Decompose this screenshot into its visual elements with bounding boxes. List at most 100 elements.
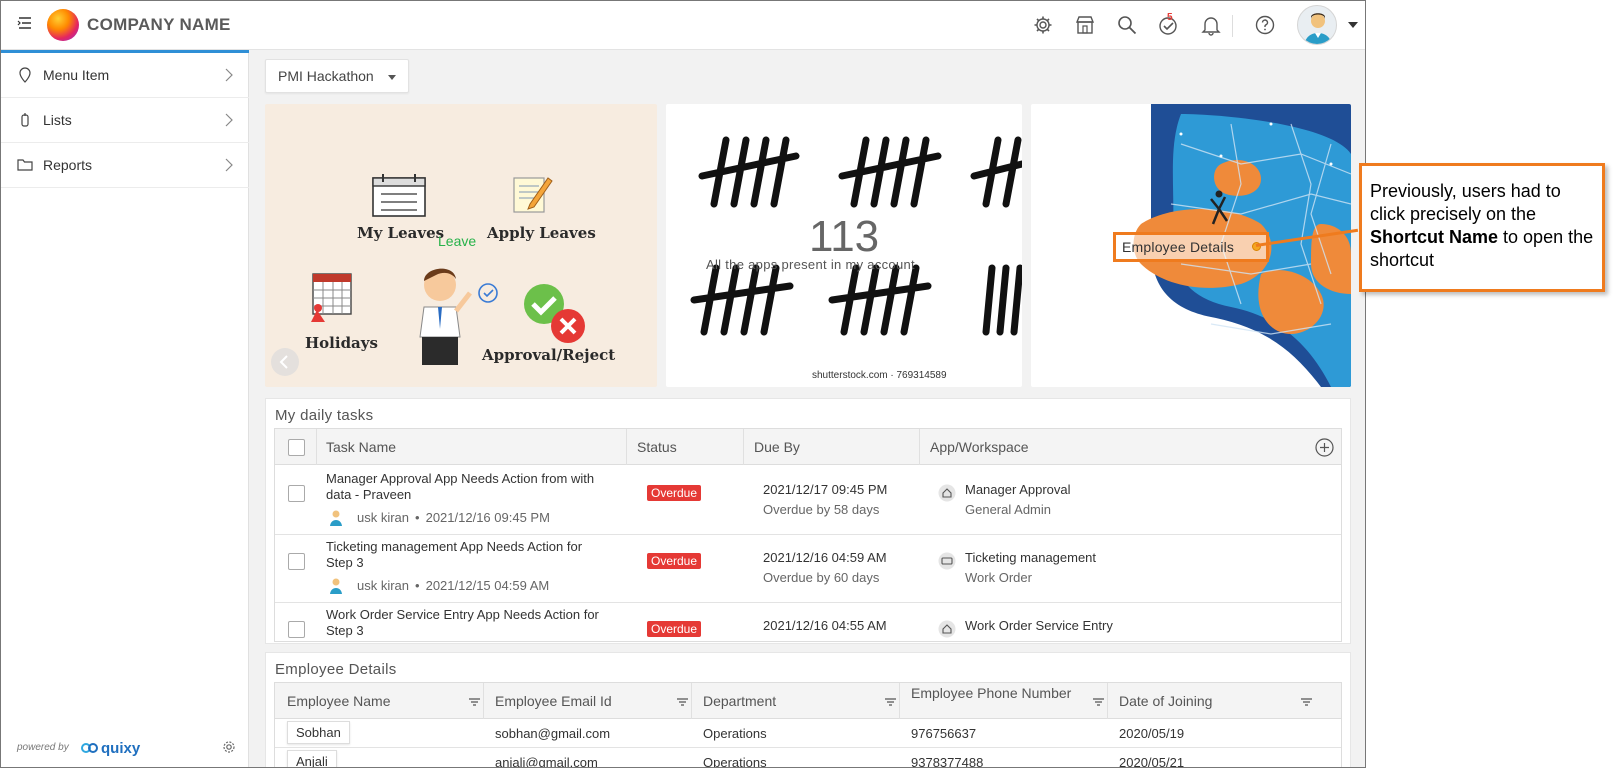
settings-icon[interactable] [221,739,237,755]
shortcut-name-label[interactable]: Employee Details [1122,239,1234,255]
separator-dot: • [415,577,420,593]
column-header-date-of-joining[interactable]: Date of Joining [1119,694,1212,708]
approval-reject-label: Approval/Reject [482,346,616,364]
avatar[interactable] [1297,5,1337,45]
task-name[interactable]: Manager Approval App Needs Action from w… [326,471,606,503]
task-created: 2021/12/16 09:45 PM [425,509,550,525]
overdue-by: Overdue by 60 days [763,570,880,585]
chevron-left-icon [279,355,288,369]
quixy-logo-icon [81,743,98,753]
daily-tasks-panel: My daily tasks Task Name Status Due By A… [265,398,1351,644]
table-row[interactable]: Manager Approval App Needs Action from w… [275,465,1341,535]
help-icon[interactable] [1254,14,1276,36]
callout-bold-text: Shortcut Name [1370,227,1499,247]
table-row[interactable]: Anjali anjali@gmail.com Operations 93783… [275,748,1341,768]
column-divider [316,429,317,465]
table-row[interactable]: Ticketing management App Needs Action fo… [275,533,1341,603]
column-divider [743,429,744,465]
task-name[interactable]: Work Order Service Entry App Needs Actio… [326,607,606,639]
task-assignee: usk kiran • 2021/12/16 09:45 PM [327,508,550,526]
status-badge: Overdue [647,485,702,501]
add-task-icon[interactable] [1315,438,1334,457]
column-header-email[interactable]: Employee Email Id [495,694,612,708]
filter-icon[interactable] [1093,698,1104,706]
apply-leaves-label: Apply Leaves [487,224,596,242]
leave-label: Leave [438,233,477,249]
chevron-right-icon [225,113,233,127]
filter-icon[interactable] [1301,698,1312,706]
filter-icon[interactable] [885,698,896,706]
company-name: COMPANY NAME [87,15,231,34]
sidebar-item-label: Reports [43,157,93,173]
filter-icon[interactable] [469,698,480,706]
annotation-callout: Previously, users had to click precisely… [1359,163,1605,292]
tasks-table: Task Name Status Due By App/Workspace Ma… [274,428,1342,642]
separator-dot: • [415,509,420,525]
home-icon [938,620,956,638]
table-row[interactable]: Work Order Service Entry App Needs Actio… [275,601,1341,641]
employee-doj: 2020/05/21 [1119,755,1185,768]
callout-text-before: Previously, users had to click precisely… [1370,181,1561,224]
employee-email: anjali@gmail.com [495,755,598,768]
list-icon [21,113,29,127]
select-all-checkbox[interactable] [288,439,305,456]
column-header-employee-name[interactable]: Employee Name [287,694,391,708]
sidebar-item-label: Lists [43,112,72,128]
company-logo [47,9,79,41]
row-checkbox[interactable] [288,621,305,638]
sidebar: Menu Item Lists Reports powered by quixy [1,50,249,767]
approve-reject-icon [524,284,585,343]
workspace-name: Work Order [965,570,1032,585]
column-header-department[interactable]: Department [703,694,776,708]
quixy-brand: quixy [101,740,141,757]
column-header-app-workspace[interactable]: App/Workspace [930,439,1029,455]
row-checkbox[interactable] [288,553,305,570]
table-row[interactable]: Sobhan sobhan@gmail.com Operations 97675… [275,719,1341,748]
tasks-table-header: Task Name Status Due By App/Workspace [275,429,1341,465]
employee-table-header: Employee Name Employee Email Id Departme… [275,683,1341,719]
folder-icon [17,159,33,171]
column-divider [626,429,627,465]
app-name[interactable]: Manager Approval [965,482,1071,497]
column-header-phone[interactable]: Employee Phone Number [911,686,1081,700]
filter-icon[interactable] [677,698,688,706]
sidebar-item-reports[interactable]: Reports [1,143,249,188]
app-name[interactable]: Work Order Service Entry [965,618,1113,633]
bell-icon[interactable] [1200,14,1222,36]
workspace-dropdown[interactable]: PMI Hackathon [265,59,409,93]
app-name[interactable]: Ticketing management [965,550,1096,565]
powered-by-label: powered by [17,742,69,753]
carousel-prev-button[interactable] [271,348,299,376]
apps-count: 113 [809,212,880,261]
sidebar-item-lists[interactable]: Lists [1,98,249,143]
user-avatar-icon [330,510,342,526]
employee-name[interactable]: Anjali [287,750,337,767]
status-badge: Overdue [647,621,702,637]
column-header-task-name[interactable]: Task Name [326,439,396,455]
caret-down-icon [388,75,396,80]
column-header-due-by[interactable]: Due By [754,439,800,455]
employee-department: Operations [703,755,767,768]
task-user: usk kiran [357,509,410,525]
column-header-status[interactable]: Status [637,439,677,455]
my-leaves-label: My Leaves [357,224,445,242]
employee-name[interactable]: Sobhan [287,721,350,744]
search-icon[interactable] [1116,14,1138,36]
row-checkbox[interactable] [288,485,305,502]
gear-icon[interactable] [1032,14,1054,36]
store-icon[interactable] [1074,14,1096,36]
menu-icon[interactable] [17,15,33,31]
column-divider [483,683,484,719]
location-pin-icon [19,67,31,83]
column-divider [919,429,920,465]
employee-department: Operations [703,726,767,741]
sidebar-item-menu-item[interactable]: Menu Item [1,53,249,98]
apps-subtitle: All the apps present in my account [706,257,915,272]
home-icon [938,484,956,502]
shortcut-card-apps[interactable]: 113 All the apps present in my account s… [666,104,1022,387]
shortcut-card-leave[interactable]: My Leaves Leave Apply Leaves Holidays Ap… [265,104,657,387]
chevron-down-icon[interactable] [1348,22,1358,28]
holidays-calendar-icon [311,273,352,322]
chevron-right-icon [225,158,233,172]
task-name[interactable]: Ticketing management App Needs Action fo… [326,539,606,571]
